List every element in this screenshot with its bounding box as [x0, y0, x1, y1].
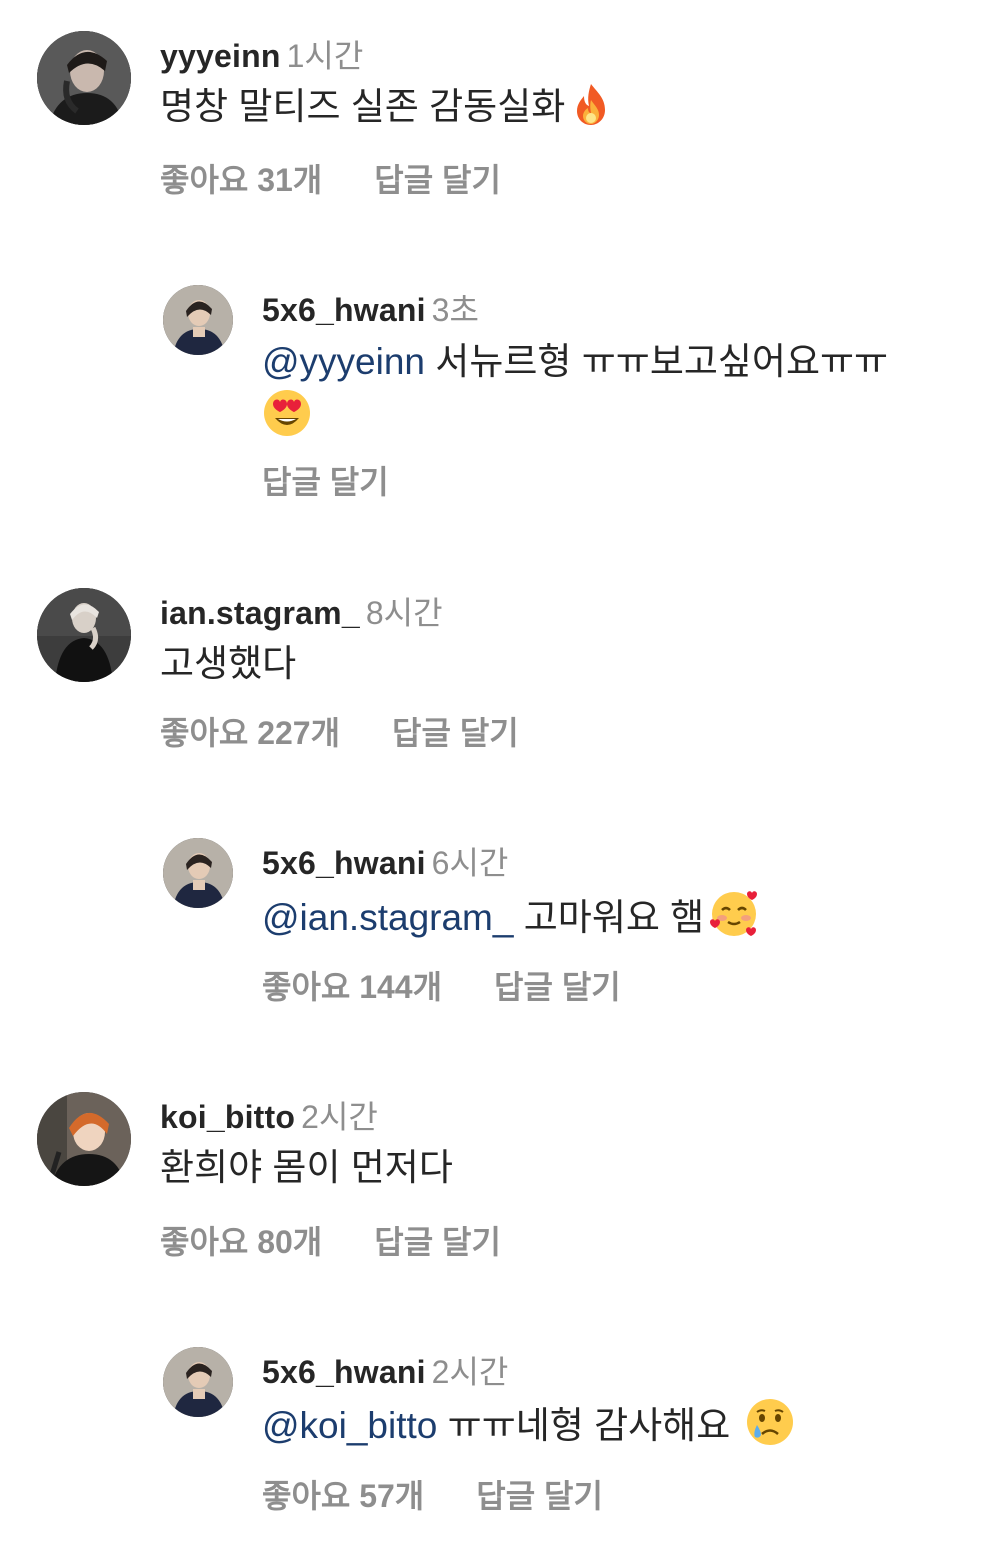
avatar[interactable] — [163, 285, 233, 355]
likes-count[interactable]: 좋아요 144개 — [262, 969, 442, 1005]
comment-text: @ian.stagram_ 고마워요 햄 — [262, 888, 760, 944]
timestamp: 2시간 — [301, 1099, 378, 1135]
username[interactable]: ian.stagram_ — [160, 595, 360, 631]
timestamp: 2시간 — [431, 1354, 509, 1390]
avatar[interactable] — [163, 838, 233, 908]
comment-text: @koi_bitto ㅠㅠ네형 감사해요 — [262, 1397, 795, 1452]
comment-text: 환희야 몸이 먼저다 — [160, 1147, 453, 1188]
reply-button[interactable]: 답글 달기 — [262, 464, 389, 500]
mention-link[interactable]: @koi_bitto — [262, 1405, 437, 1446]
heart-eyes-emoji — [262, 388, 312, 438]
username[interactable]: yyyeinn — [160, 38, 281, 74]
username[interactable]: 5x6_hwani — [262, 845, 426, 881]
reply-button[interactable]: 답글 달기 — [392, 715, 519, 751]
reply-button[interactable]: 답글 달기 — [374, 162, 501, 198]
reply-button[interactable]: 답글 달기 — [374, 1224, 501, 1260]
avatar[interactable] — [163, 1347, 233, 1417]
smiling-hearts-emoji — [708, 888, 760, 940]
timestamp: 6시간 — [431, 845, 509, 881]
username[interactable]: koi_bitto — [160, 1099, 295, 1135]
username[interactable]: 5x6_hwani — [262, 1354, 426, 1390]
comment-item: koi_bitto 2시간 환희야 몸이 먼저다 좋아요 80개 답글 달기 — [0, 1092, 993, 1262]
likes-count[interactable]: 좋아요 31개 — [160, 162, 322, 198]
username[interactable]: 5x6_hwani — [262, 292, 426, 328]
fire-emoji — [569, 82, 613, 126]
timestamp: 3초 — [431, 292, 479, 328]
reply-button[interactable]: 답글 달기 — [476, 1478, 603, 1514]
likes-count[interactable]: 좋아요 80개 — [160, 1224, 322, 1260]
reply-item: 5x6_hwani 3초 @yyyeinn 서뉴르형 ㅠㅠ보고싶어요ㅠㅠ 답글 달… — [0, 285, 993, 505]
comment-item: yyyeinn 1시간 명창 말티즈 실존 감동실화 좋아요 31개 답글 달기 — [0, 31, 993, 201]
comment-text-line-2 — [262, 388, 312, 445]
mention-link[interactable]: @ian.stagram_ — [262, 897, 513, 938]
likes-count[interactable]: 좋아요 57개 — [262, 1478, 424, 1514]
crying-face-emoji — [745, 1397, 795, 1447]
comment-text: 고생했다 — [160, 643, 297, 684]
avatar[interactable] — [37, 1092, 131, 1186]
avatar[interactable] — [37, 31, 131, 125]
comment-item: ian.stagram_ 8시간 고생했다 좋아요 227개 답글 달기 — [0, 588, 993, 758]
timestamp: 8시간 — [365, 595, 443, 631]
timestamp: 1시간 — [286, 38, 364, 74]
likes-count[interactable]: 좋아요 227개 — [160, 715, 340, 751]
mention-link[interactable]: @yyyeinn — [262, 341, 425, 382]
comment-text: 명창 말티즈 실존 감동실화 — [160, 81, 613, 133]
reply-item: 5x6_hwani 6시간 @ian.stagram_ 고마워요 햄 좋아요 14… — [0, 838, 993, 1008]
reply-button[interactable]: 답글 달기 — [494, 969, 621, 1005]
reply-item: 5x6_hwani 2시간 @koi_bitto ㅠㅠ네형 감사해요 좋아요 57… — [0, 1347, 993, 1517]
avatar[interactable] — [37, 588, 131, 682]
comment-text: @yyyeinn 서뉴르형 ㅠㅠ보고싶어요ㅠㅠ — [262, 341, 889, 382]
